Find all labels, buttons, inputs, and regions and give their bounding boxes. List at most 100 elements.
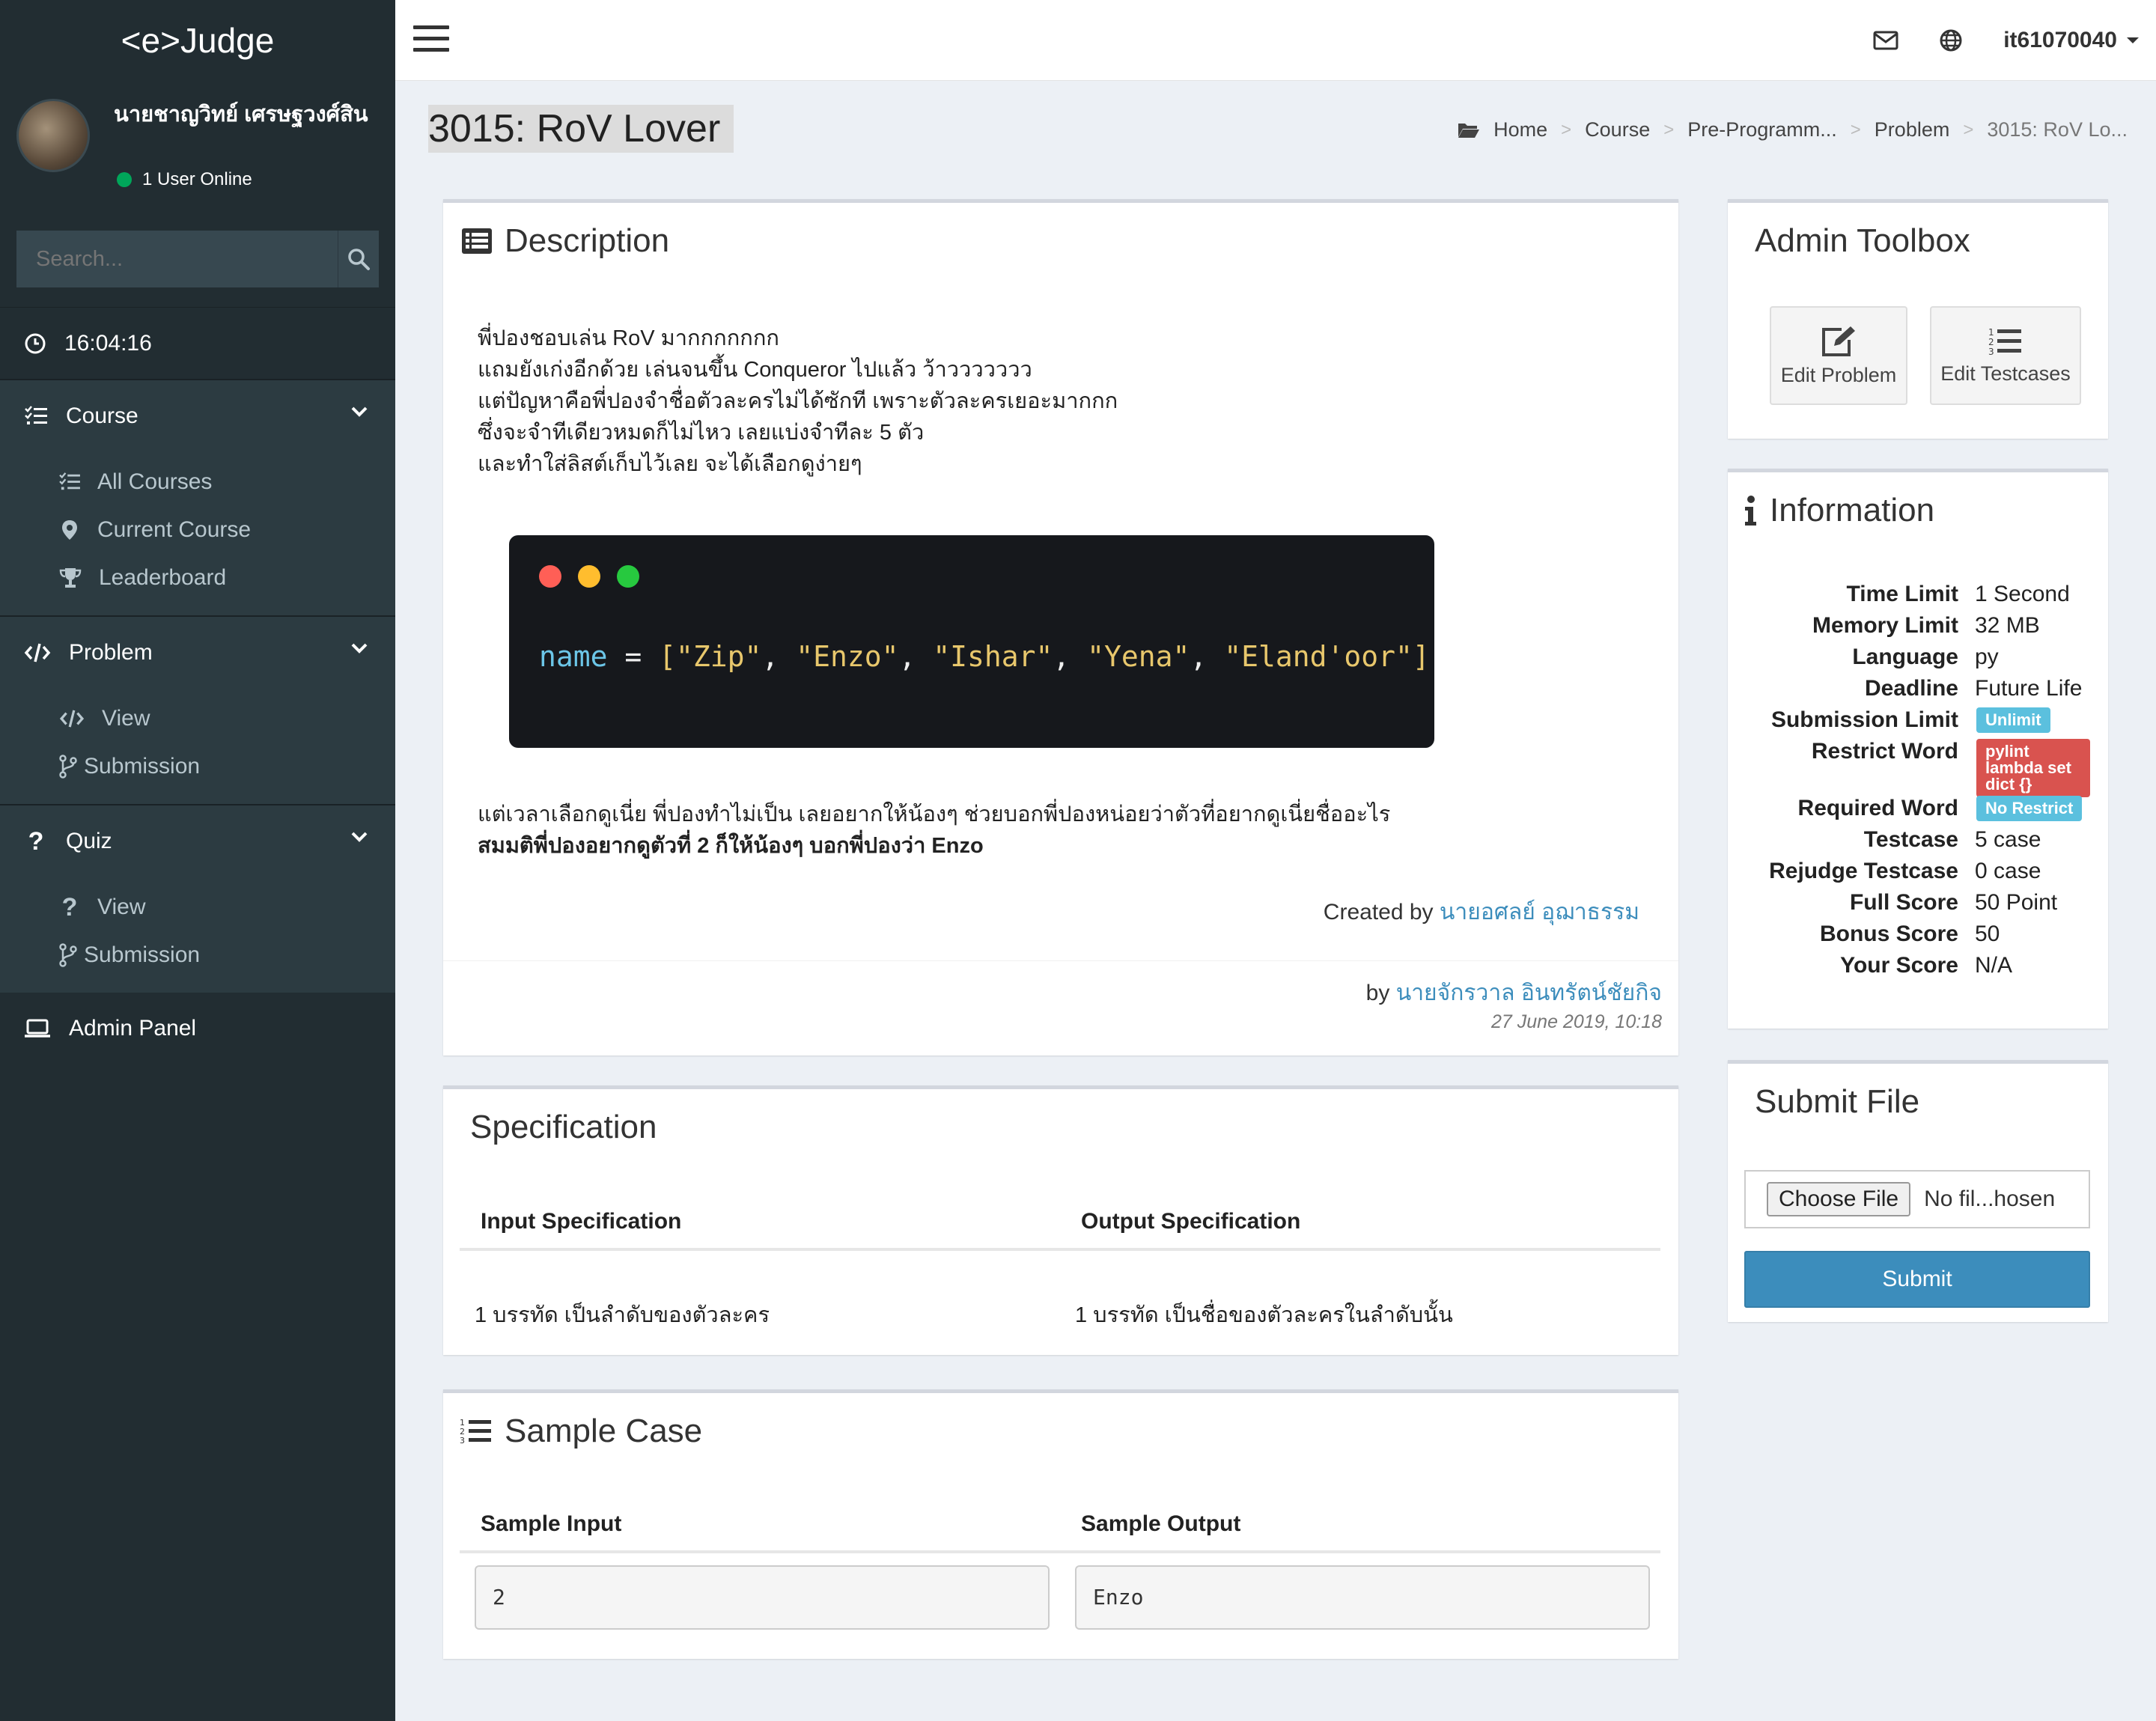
- sidebar-item-quiz-view[interactable]: ? View: [0, 883, 395, 931]
- code-operator: =: [607, 640, 660, 673]
- trophy-icon: [59, 568, 82, 588]
- code-variable: name: [539, 640, 608, 673]
- edited-by-author-link[interactable]: นายจักรวาล อินทรัตน์ชัยกิจ: [1396, 981, 1662, 1005]
- code-snippet: name = ["Zip", "Enzo", "Ishar", "Yena", …: [509, 535, 1434, 748]
- quiz-submenu: ? View Submission: [0, 877, 395, 993]
- info-value: Future Life: [1975, 676, 2083, 701]
- sample-output-header: Sample Output: [1081, 1511, 1241, 1536]
- online-count: 1 User Online: [142, 169, 252, 189]
- code-string: "Eland'oor": [1224, 640, 1413, 673]
- app-logo[interactable]: <e>Judge: [0, 0, 395, 81]
- edit-problem-label: Edit Problem: [1780, 363, 1897, 386]
- description-line: แต่ปัญหาคือพี่ปองจำชื่อตัวละครไม่ได้ซักท…: [478, 389, 1118, 413]
- sub-item-label: All Courses: [97, 469, 213, 494]
- course-submenu: All Courses Current Course Leaderboard: [0, 452, 395, 615]
- info-memory-limit: Memory Limit 32 MB: [1728, 613, 2108, 645]
- sidebar-item-label: Problem: [69, 640, 153, 665]
- clock: 16:04:16: [0, 307, 395, 379]
- breadcrumb-home[interactable]: Home: [1493, 118, 1547, 141]
- description-bold-line: สมมติพี่ปองอยากดูตัวที่ 2 ก็ให้น้องๆ บอก…: [478, 834, 984, 858]
- menu-toggle-icon[interactable]: [413, 25, 449, 55]
- sidebar-item-problem-submission[interactable]: Submission: [0, 743, 395, 791]
- sidebar-item-label: Course: [66, 403, 138, 428]
- breadcrumb-pre-programming[interactable]: Pre-Programm...: [1687, 118, 1837, 141]
- sidebar-item-quiz-submission[interactable]: Submission: [0, 931, 395, 979]
- envelope-icon[interactable]: [1873, 31, 1898, 50]
- info-icon: [1745, 496, 1756, 526]
- breadcrumb-separator: >: [1561, 119, 1572, 140]
- sample-input-header: Sample Input: [481, 1511, 622, 1536]
- sidebar-item-problem-view[interactable]: View: [0, 695, 395, 743]
- description-title-text: Description: [505, 222, 670, 259]
- problem-submenu: View Submission: [0, 689, 395, 804]
- description-text: พี่ปองชอบเล่น RoV มากกกกกกก แถมยังเก่งอี…: [478, 323, 1118, 480]
- code-string: "Enzo": [796, 640, 899, 673]
- description-divider: [443, 960, 1678, 961]
- description-line: ซึ่งจะจำทีเดียวหมดก็ไม่ไหว เลยแบ่งจำทีละ…: [478, 421, 925, 445]
- topbar: it61070040: [395, 0, 2156, 81]
- output-spec-value: 1 บรรทัด เป็นชื่อของตัวละครในลำดับนั้น: [1075, 1303, 1453, 1327]
- breadcrumb-course[interactable]: Course: [1585, 118, 1650, 141]
- page-title: 3015: RoV Lover: [428, 105, 734, 153]
- sidebar-item-course[interactable]: Course: [0, 380, 395, 452]
- input-spec-header: Input Specification: [481, 1209, 682, 1234]
- info-key: Deadline: [1864, 676, 1958, 701]
- list-check-icon: [25, 406, 47, 424]
- svg-text:3: 3: [1988, 347, 1994, 356]
- status-badge: pylint lambda set dict {}: [1976, 739, 2090, 797]
- sidebar-item-problem[interactable]: Problem: [0, 617, 395, 689]
- edit-testcases-button[interactable]: 123 Edit Testcases: [1930, 306, 2081, 405]
- sidebar: <e>Judge นายชาญวิทย์ เศรษฐวงศ์สิน 1 User…: [0, 0, 395, 1721]
- search-button[interactable]: [338, 231, 379, 287]
- status-badge: No Restrict: [1976, 796, 2083, 821]
- topbar-actions: it61070040: [1873, 0, 2140, 81]
- globe-icon[interactable]: [1939, 28, 1963, 52]
- input-spec-value: 1 บรรทัด เป็นลำดับของตัวละคร: [475, 1303, 770, 1327]
- sidebar-item-leaderboard[interactable]: Leaderboard: [0, 554, 395, 602]
- created-by-author-link[interactable]: นายอศลย์ อุฌาธรรม: [1440, 900, 1639, 925]
- info-bonus-score: Bonus Score 50: [1728, 922, 2108, 953]
- information-title: Information: [1743, 492, 1934, 529]
- info-key: Testcase: [1863, 827, 1958, 852]
- file-name-text: No fil...hosen: [1924, 1187, 2056, 1211]
- sub-item-label: Submission: [84, 942, 201, 967]
- sample-input-value: 2: [475, 1565, 1050, 1630]
- code-branch-icon: [59, 943, 77, 967]
- clock-icon: [25, 333, 46, 353]
- edit-problem-button[interactable]: Edit Problem: [1770, 306, 1907, 405]
- sidebar-item-all-courses[interactable]: All Courses: [0, 458, 395, 506]
- description-title: Description: [461, 222, 669, 260]
- admin-toolbox-box: Admin Toolbox Edit Problem 123 Edit Test…: [1728, 199, 2108, 439]
- chevron-down-icon: [351, 406, 368, 417]
- list-ol-icon: 123: [460, 1418, 491, 1446]
- info-value: 1 Second: [1975, 582, 2070, 606]
- admin-toolbox-title: Admin Toolbox: [1755, 222, 1970, 259]
- code-bracket: [: [659, 640, 677, 673]
- search-input[interactable]: [16, 231, 338, 287]
- sidebar-item-quiz[interactable]: ? Quiz: [0, 805, 395, 877]
- code-branch-icon: [59, 755, 77, 779]
- info-value: 5 case: [1975, 827, 2041, 852]
- file-input[interactable]: Choose File No fil...hosen: [1744, 1170, 2090, 1228]
- info-value: py: [1975, 645, 1999, 669]
- choose-file-button[interactable]: Choose File: [1767, 1182, 1911, 1216]
- clock-time: 16:04:16: [64, 330, 152, 356]
- description-text-after: แต่เวลาเลือกดูเนี่ย พี่ปองทำไม่เป็น เลยอ…: [478, 799, 1390, 862]
- svg-text:2: 2: [1988, 337, 1994, 347]
- user-menu[interactable]: it61070040: [2003, 28, 2140, 53]
- sidebar-item-current-course[interactable]: Current Course: [0, 506, 395, 554]
- sidebar-item-admin-panel[interactable]: Admin Panel: [0, 993, 395, 1064]
- breadcrumb-problem[interactable]: Problem: [1875, 118, 1950, 141]
- specification-box: Specification Input Specification Output…: [443, 1085, 1678, 1355]
- chevron-down-icon: [351, 832, 368, 842]
- sub-item-label: View: [102, 706, 150, 731]
- submit-button[interactable]: Submit: [1744, 1251, 2090, 1308]
- edited-by-label: by: [1365, 981, 1390, 1005]
- created-by: Created by นายอศลย์ อุฌาธรรม: [1324, 895, 1639, 930]
- window-minimize-dot: [578, 565, 600, 588]
- sample-case-box: 123 Sample Case Sample Input Sample Outp…: [443, 1389, 1678, 1659]
- sidebar-menu: Course All Courses Current Course Leader…: [0, 379, 395, 1064]
- info-rejudge-testcase: Rejudge Testcase 0 case: [1728, 859, 2108, 890]
- sub-item-label: Submission: [84, 754, 201, 779]
- online-dot-icon: [117, 172, 132, 187]
